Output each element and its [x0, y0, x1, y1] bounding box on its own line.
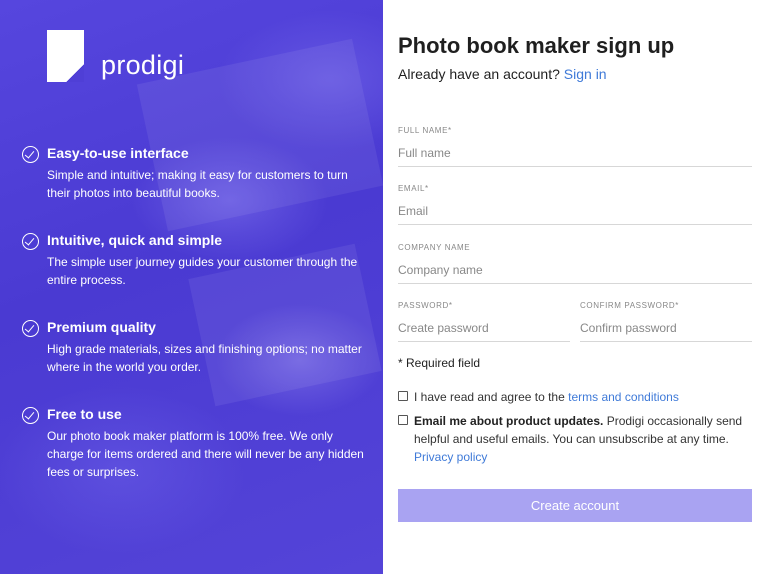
terms-row: I have read and agree to the terms and c… — [398, 388, 752, 406]
confirm-password-input[interactable] — [580, 316, 752, 342]
page-title: Photo book maker sign up — [398, 33, 675, 58]
feature-text: Our photo book maker platform is 100% fr… — [47, 429, 364, 479]
create-account-button[interactable]: Create account — [398, 489, 752, 522]
email-group: EMAIL* — [398, 184, 752, 225]
updates-text: Email me about product updates. Prodigi … — [414, 412, 748, 466]
full-name-group: FULL NAME* — [398, 126, 752, 167]
terms-text: I have read and agree to the terms and c… — [414, 388, 679, 406]
feature-item: Premium quality High grade materials, si… — [22, 318, 367, 376]
check-circle-icon — [22, 233, 39, 250]
feature-title: Premium quality — [47, 319, 156, 335]
logo-text: prodigi — [101, 49, 185, 80]
feature-title: Free to use — [47, 406, 122, 422]
check-circle-icon — [22, 146, 39, 163]
feature-text: The simple user journey guides your cust… — [47, 255, 358, 287]
feature-list: Easy-to-use interface Simple and intuiti… — [22, 144, 367, 510]
company-group: COMPANY NAME — [398, 243, 752, 284]
feature-title: Easy-to-use interface — [47, 145, 189, 161]
prodigi-logo: prodigi — [47, 30, 184, 82]
updates-row: Email me about product updates. Prodigi … — [398, 412, 748, 466]
privacy-policy-link[interactable]: Privacy policy — [414, 450, 487, 464]
password-group: PASSWORD* — [398, 301, 570, 342]
updates-checkbox[interactable] — [398, 415, 408, 425]
feature-title: Intuitive, quick and simple — [47, 232, 223, 248]
terms-prefix: I have read and agree to the — [414, 390, 569, 404]
company-input[interactable] — [398, 258, 752, 284]
password-input[interactable] — [398, 316, 570, 342]
company-label: COMPANY NAME — [398, 243, 471, 252]
feature-text: Simple and intuitive; making it easy for… — [47, 168, 348, 200]
password-label: PASSWORD* — [398, 301, 453, 310]
signup-panel: Photo book maker sign up Already have an… — [383, 0, 767, 574]
feature-item: Intuitive, quick and simple The simple u… — [22, 231, 367, 289]
logo-mark-icon — [47, 30, 84, 82]
confirm-password-label: CONFIRM PASSWORD* — [580, 301, 679, 310]
terms-checkbox[interactable] — [398, 391, 408, 401]
email-input[interactable] — [398, 199, 752, 225]
full-name-input[interactable] — [398, 141, 752, 167]
full-name-label: FULL NAME* — [398, 126, 452, 135]
required-note: * Required field — [398, 356, 481, 370]
feature-item: Easy-to-use interface Simple and intuiti… — [22, 144, 367, 202]
confirm-password-group: CONFIRM PASSWORD* — [580, 301, 752, 342]
feature-text: High grade materials, sizes and finishin… — [47, 342, 362, 374]
check-circle-icon — [22, 320, 39, 337]
check-circle-icon — [22, 407, 39, 424]
signin-prompt-text: Already have an account? — [398, 66, 560, 82]
feature-item: Free to use Our photo book maker platfor… — [22, 405, 367, 481]
promo-panel: prodigi Easy-to-use interface Simple and… — [0, 0, 383, 574]
signin-prompt: Already have an account? Sign in — [398, 66, 607, 82]
terms-link[interactable]: terms and conditions — [568, 390, 679, 404]
signin-link[interactable]: Sign in — [564, 66, 607, 82]
updates-bold: Email me about product updates. — [414, 414, 604, 428]
email-label: EMAIL* — [398, 184, 429, 193]
